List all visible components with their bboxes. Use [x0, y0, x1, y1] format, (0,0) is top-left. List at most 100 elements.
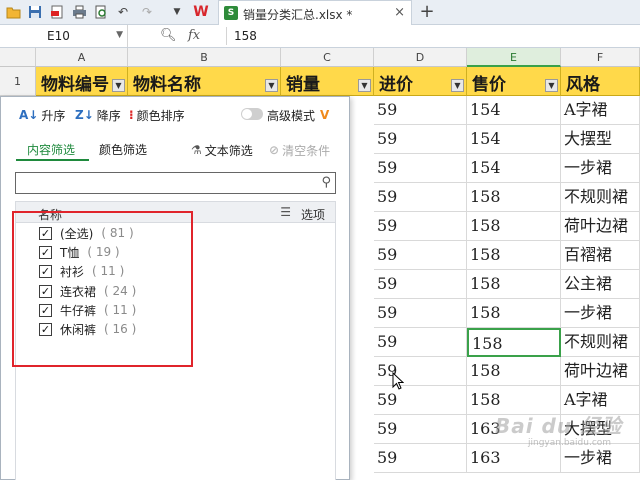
cell-style[interactable]: 不规则裙 — [561, 183, 640, 212]
column-header-d[interactable]: D — [374, 48, 467, 67]
cell-style[interactable]: 荷叶边裙 — [561, 357, 640, 386]
text-filter-label: 文本筛选 — [204, 143, 253, 158]
cell-purchase-price[interactable]: 59 — [374, 386, 467, 415]
clear-condition-label: 清空条件 — [282, 143, 331, 158]
tab-content-filter[interactable]: 内容筛选 — [27, 141, 75, 158]
column-header-f[interactable]: F — [561, 48, 640, 67]
cell-style[interactable]: 一步裙 — [561, 444, 640, 473]
column-header-c[interactable]: C — [281, 48, 374, 67]
header-label: 进价 — [379, 75, 413, 95]
tab-color-filter[interactable]: 颜色筛选 — [99, 141, 147, 158]
cell-reference: E10 — [47, 29, 70, 43]
header-label: 销量 — [286, 75, 320, 95]
filter-dropdown-icon[interactable]: ▼ — [545, 79, 558, 92]
clear-condition-button[interactable]: ⊘ 清空条件 — [269, 141, 330, 159]
cell-sale-price[interactable]: 154 — [467, 125, 561, 154]
print-icon[interactable] — [70, 3, 88, 21]
cell-style[interactable]: 不规则裙 — [561, 328, 640, 357]
cell-purchase-price[interactable]: 59 — [374, 357, 467, 386]
color-sort-button[interactable]: ⁝ 颜色排序 — [129, 106, 185, 124]
cell-sale-price[interactable]: 158 — [467, 357, 561, 386]
select-all-corner[interactable] — [0, 48, 36, 67]
quick-access-dropdown-icon[interactable]: ▼ — [168, 3, 186, 21]
chevron-down-icon[interactable]: ▼ — [116, 30, 123, 40]
sort-descending-label: 降序 — [96, 108, 121, 123]
cell-purchase-price[interactable]: 59 — [374, 183, 467, 212]
cell-style[interactable]: A字裙 — [561, 96, 640, 125]
cell-style[interactable]: 一步裙 — [561, 299, 640, 328]
export-pdf-icon[interactable] — [48, 3, 66, 21]
column-header-e[interactable]: E — [467, 48, 561, 67]
header-cell-sale-price[interactable]: 售价 ▼ — [467, 67, 561, 96]
color-sort-label: 颜色排序 — [136, 108, 185, 123]
cell-purchase-price[interactable]: 59 — [374, 328, 467, 357]
print-preview-icon[interactable] — [92, 3, 110, 21]
document-tab[interactable]: S 销量分类汇总.xlsx * × — [218, 0, 412, 25]
options-button[interactable]: 选项 — [301, 206, 325, 223]
header-cell-style[interactable]: 风格 — [561, 67, 640, 96]
insert-function-icon[interactable]: fx — [188, 28, 200, 43]
sort-descending-button[interactable]: Z↓ 降序 — [75, 106, 121, 124]
cell-sale-price[interactable]: 158 — [467, 183, 561, 212]
cell-purchase-price[interactable]: 59 — [374, 299, 467, 328]
cell-sale-price[interactable]: 154 — [467, 96, 561, 125]
cell-sale-price[interactable]: 158 — [467, 328, 561, 357]
save-icon[interactable] — [26, 3, 44, 21]
header-cell-item-code[interactable]: 物料编号 ▼ — [36, 67, 128, 96]
column-header-a[interactable]: A — [36, 48, 128, 67]
header-cell-sales[interactable]: 销量 ▼ — [281, 67, 374, 96]
header-cell-purchase-price[interactable]: 进价 ▼ — [374, 67, 467, 96]
cell-style[interactable]: 一步裙 — [561, 154, 640, 183]
cell-style[interactable]: 百褶裙 — [561, 241, 640, 270]
formula-input[interactable]: 158 — [234, 29, 257, 43]
formula-bar: E10 ▼ 🔍︎ fx 158 — [0, 25, 640, 48]
cell-style[interactable]: 荷叶边裙 — [561, 212, 640, 241]
watermark-logo: Bai du 经验 — [495, 414, 623, 438]
filter-dropdown-icon[interactable]: ▼ — [451, 79, 464, 92]
cell-purchase-price[interactable]: 59 — [374, 154, 467, 183]
cell-purchase-price[interactable]: 59 — [374, 212, 467, 241]
header-label: 风格 — [566, 75, 600, 95]
text-filter-button[interactable]: ⚗ 文本筛选 — [191, 141, 253, 159]
search-icon[interactable]: ⚲ — [321, 175, 331, 190]
options-icon[interactable]: ☰ — [280, 205, 291, 219]
column-header-b[interactable]: B — [128, 48, 281, 67]
header-cell-item-name[interactable]: 物料名称 ▼ — [128, 67, 281, 96]
clear-filter-icon: ⊘ — [269, 143, 280, 157]
cell-sale-price[interactable]: 154 — [467, 154, 561, 183]
sort-ascending-label: 升序 — [41, 108, 66, 123]
cell-sale-price[interactable]: 158 — [467, 299, 561, 328]
wps-logo-icon: W — [193, 4, 209, 20]
header-label: 物料编号 — [41, 75, 109, 95]
cell-purchase-price[interactable]: 59 — [374, 241, 467, 270]
undo-icon[interactable]: ↶ — [114, 3, 132, 21]
filter-search-box[interactable]: ⚲ — [15, 172, 336, 194]
spreadsheet-app: ↶ ↷ ▼ W S 销量分类汇总.xlsx * × + E10 ▼ 🔍︎ fx … — [0, 0, 640, 480]
zoom-search-icon[interactable]: 🔍︎ — [160, 28, 177, 43]
cell-sale-price[interactable]: 158 — [467, 241, 561, 270]
advanced-mode-label-wrap[interactable]: 高级模式 V — [267, 106, 329, 124]
sort-ascending-icon: A↓ — [19, 108, 39, 122]
cell-style[interactable]: 公主裙 — [561, 270, 640, 299]
filter-search-input[interactable] — [20, 174, 310, 192]
cell-sale-price[interactable]: 163 — [467, 444, 561, 473]
filter-dropdown-icon[interactable]: ▼ — [265, 79, 278, 92]
filter-dropdown-icon[interactable]: ▼ — [112, 79, 125, 92]
cell-purchase-price[interactable]: 59 — [374, 96, 467, 125]
cell-sale-price[interactable]: 158 — [467, 270, 561, 299]
name-box[interactable]: E10 ▼ — [0, 25, 128, 47]
close-tab-icon[interactable]: × — [394, 5, 405, 20]
cell-purchase-price[interactable]: 59 — [374, 125, 467, 154]
advanced-mode-toggle[interactable] — [241, 108, 263, 120]
sort-ascending-button[interactable]: A↓ 升序 — [19, 106, 65, 124]
row-header[interactable]: 1 — [0, 67, 36, 96]
redo-icon[interactable]: ↷ — [138, 3, 156, 21]
cell-purchase-price[interactable]: 59 — [374, 415, 467, 444]
cell-style[interactable]: 大摆型 — [561, 125, 640, 154]
cell-purchase-price[interactable]: 59 — [374, 444, 467, 473]
open-folder-icon[interactable] — [4, 3, 22, 21]
cell-sale-price[interactable]: 158 — [467, 212, 561, 241]
filter-dropdown-icon[interactable]: ▼ — [358, 79, 371, 92]
cell-purchase-price[interactable]: 59 — [374, 270, 467, 299]
new-tab-button[interactable]: + — [416, 1, 438, 23]
